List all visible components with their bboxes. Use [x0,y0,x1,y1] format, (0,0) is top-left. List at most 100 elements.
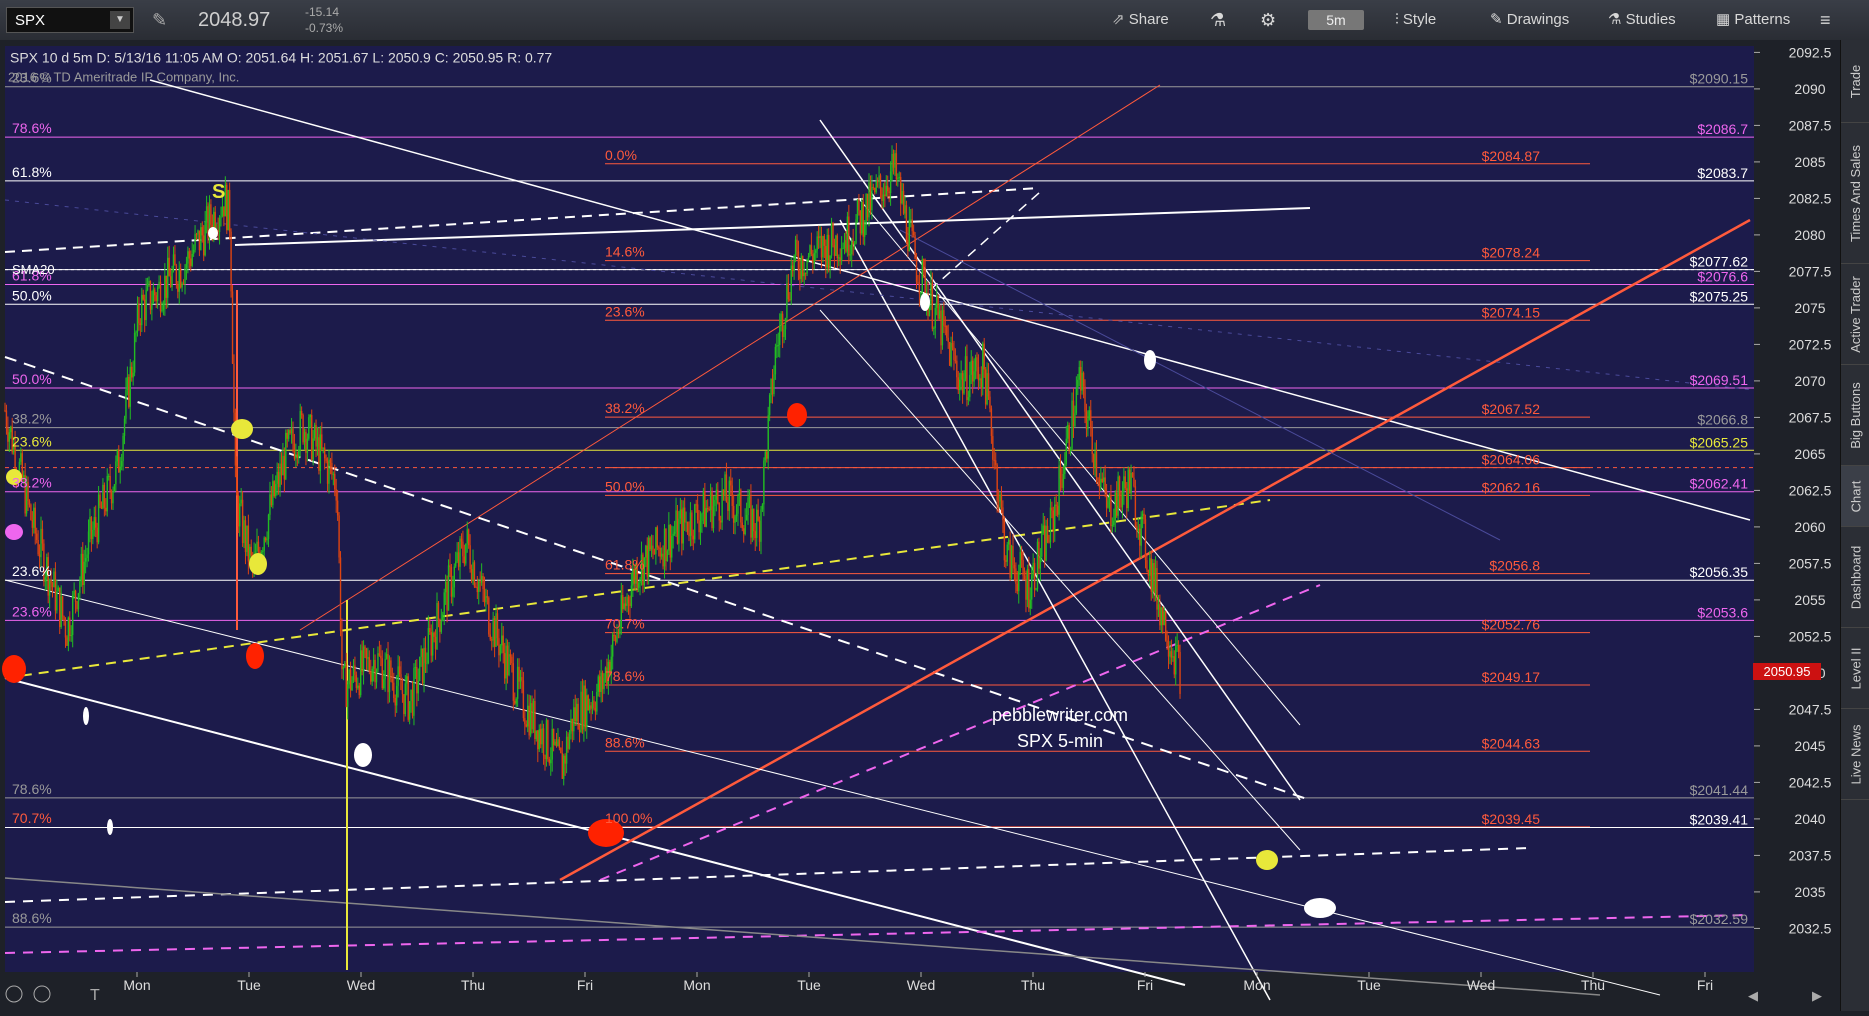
candle-body [57,587,59,592]
candle-body [691,512,693,536]
candle-body [1153,562,1155,593]
candle-body [287,430,290,439]
candle-body [502,635,504,654]
style-button[interactable]: ⫶ Style [1395,0,1436,40]
candle-body [419,656,421,681]
candle-body [56,591,58,611]
candle-body [858,199,860,211]
candle-body [626,596,628,606]
candle-body [741,522,743,529]
candle-body [20,453,22,462]
candle-body [286,432,288,439]
candle-body [123,418,126,436]
candle-body [1006,544,1008,562]
menu-icon[interactable]: ≡ [1820,0,1831,40]
y-tick-label: 2085 [1794,154,1825,170]
candle-body [175,265,178,285]
fib-left-label: 38.2% [12,411,52,427]
net-change: -15.14 [305,5,340,19]
candle-body [400,674,402,690]
flask-icon[interactable]: ⚗ [1210,0,1226,40]
candle-body [1018,571,1020,592]
candle-body [103,484,106,508]
tab-trade[interactable]: Trade [1841,40,1869,123]
scroll-left-icon[interactable]: ◀ [1748,988,1758,1003]
pencil-icon[interactable]: ✎ [152,0,167,40]
level-label: $2067.52 [1482,401,1541,417]
candle-body [889,171,892,194]
chevron-down-icon[interactable]: ▼ [110,11,130,29]
share-button[interactable]: ⇗ Share [1112,0,1169,40]
candle-body [95,517,97,528]
candle-body [397,666,399,686]
candle-body [734,516,736,523]
candle-body [227,189,229,231]
candle-body [865,193,867,225]
fib-left-label: 88.6% [12,910,52,926]
candle-body [1046,525,1049,542]
candle-body [901,190,903,204]
candle-body [976,357,978,367]
tab-level-ii[interactable]: Level II [1841,628,1869,709]
candle-body [154,289,156,296]
tab-times-and-sales[interactable]: Times And Sales [1841,123,1869,264]
candle-body [899,177,902,204]
text-tool-icon[interactable]: T [90,987,100,1004]
tab-live-news[interactable]: Live News [1841,709,1869,800]
timeframe-button[interactable]: 5m [1308,10,1364,30]
candle-body [600,672,602,692]
candle-body [679,509,682,519]
candle-body [491,639,493,641]
candle-body [692,535,695,540]
symbol-input[interactable]: SPX ▼ [6,7,134,33]
candle-body [872,187,875,189]
candle-body [568,733,571,749]
scroll-right-icon[interactable]: ▶ [1812,988,1822,1003]
candle-body [452,587,454,597]
tab-chart[interactable]: Chart [1841,466,1869,527]
patterns-button[interactable]: ▦ Patterns [1716,0,1790,40]
candle-body [789,299,791,301]
candle-body [773,374,775,395]
candle-body [308,417,310,439]
candle-body [295,454,297,459]
candle-body [953,347,955,360]
tab-big-buttons-label: Big Buttons [1848,381,1863,449]
candle-body [780,313,782,326]
tab-big-buttons[interactable]: Big Buttons [1841,365,1869,466]
candle-body [239,503,241,527]
candle-body [835,235,837,256]
studies-icon: ⚗ [1608,11,1626,28]
candle-body [542,728,545,756]
price-chart[interactable]: $2090.15 $2086.7 $2084.87 $2083.7 $2078.24 $2… [0,40,1840,1011]
candle-body [351,679,353,691]
gear-icon[interactable]: ⚙ [1260,0,1276,40]
fib-left-label: 50.0% [12,287,52,303]
candle-body [30,504,32,521]
candle-body [355,674,358,688]
candle-body [1068,425,1070,451]
chart-area[interactable]: $2090.15 $2086.7 $2084.87 $2083.7 $2078.24 $2… [0,40,1840,1011]
drawings-button[interactable]: ✎ Drawings [1490,0,1569,40]
candle-body [601,672,604,690]
candle-body [836,235,839,259]
candle-body [724,474,726,496]
candle-body [701,513,703,521]
candle-body [829,255,831,269]
candle-body [851,241,853,255]
candle-body [34,507,36,534]
drawing-pen-icon: ✎ [1490,11,1507,28]
candle-body [221,206,224,217]
candle-body [665,528,667,561]
tab-active-trader[interactable]: Active Trader [1841,264,1869,365]
candle-body [848,216,850,256]
level-label: $2053.6 [1697,604,1748,620]
fib-left-label: 50.0% [12,371,52,387]
tab-dashboard[interactable]: Dashboard [1841,527,1869,628]
candle-body [905,205,908,240]
level-label: $2056.35 [1690,564,1749,580]
studies-button[interactable]: ⚗ Studies [1608,0,1676,40]
candle-body [548,759,551,764]
candle-body [352,665,355,680]
candle-body [719,520,722,523]
